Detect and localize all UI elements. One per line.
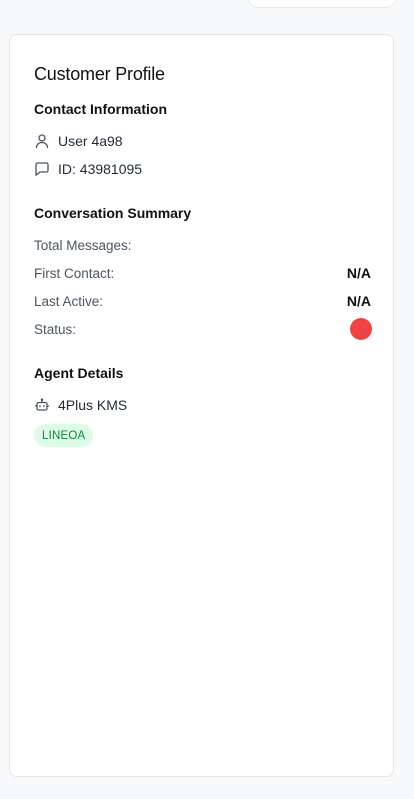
contact-id: ID: 43981095 xyxy=(58,161,143,177)
first-contact-label: First Contact: xyxy=(34,265,115,281)
contact-info-heading: Contact Information xyxy=(34,101,167,117)
agent-name: 4Plus KMS xyxy=(58,397,128,413)
total-messages-row: Total Messages: xyxy=(34,235,371,255)
message-square-icon xyxy=(34,161,50,177)
channel-badge: LINEOA xyxy=(34,424,94,447)
agent-details-heading: Agent Details xyxy=(34,365,124,381)
user-icon xyxy=(34,133,50,149)
last-active-value: N/A xyxy=(346,293,371,309)
first-contact-value: N/A xyxy=(346,265,371,281)
top-control-pill[interactable] xyxy=(247,0,397,8)
last-active-row: Last Active: N/A xyxy=(34,291,371,311)
status-row: Status: xyxy=(34,318,372,340)
contact-user-name: User 4a98 xyxy=(58,133,123,149)
bot-icon xyxy=(34,397,50,413)
contact-id-row: ID: 43981095 xyxy=(34,159,142,179)
customer-profile-card: Customer Profile Contact Information Use… xyxy=(9,34,394,777)
status-indicator xyxy=(350,318,372,340)
status-label: Status: xyxy=(34,321,77,337)
profile-title: Customer Profile xyxy=(34,64,165,84)
contact-user-row: User 4a98 xyxy=(34,131,123,151)
agent-row: 4Plus KMS xyxy=(34,395,127,415)
total-messages-label: Total Messages: xyxy=(34,237,132,253)
conversation-summary-heading: Conversation Summary xyxy=(34,205,192,221)
last-active-label: Last Active: xyxy=(34,293,104,309)
first-contact-row: First Contact: N/A xyxy=(34,263,371,283)
